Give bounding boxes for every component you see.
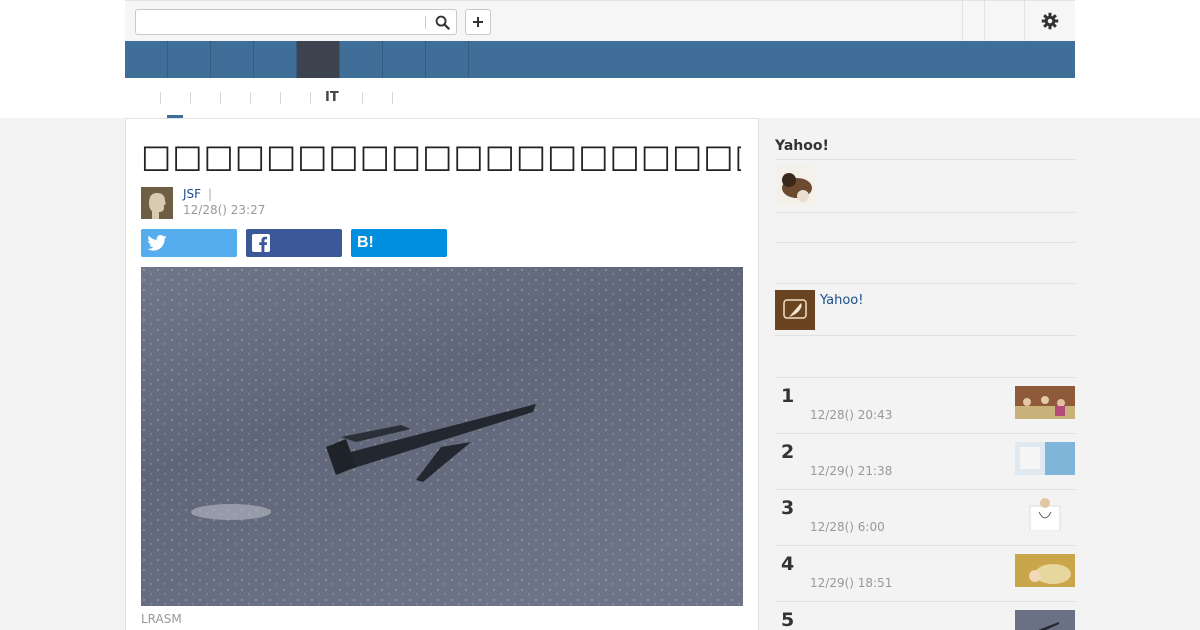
rank-number: 4 [781,553,795,575]
rank-thumbnail [1015,554,1075,587]
ranking-item[interactable]: 4 12/29() 18:51 [775,545,1075,601]
twitter-icon [147,235,167,251]
plus-icon [473,17,483,27]
subnav-separator [310,92,311,104]
rank-thumbnail [1015,498,1075,531]
subnav-separator [280,92,281,104]
subnav-separator [160,92,161,104]
header-separator [962,1,963,41]
sidebar-divider [775,335,1075,336]
search-input[interactable] [140,13,420,31]
search-icon[interactable] [430,12,454,32]
sidebar-divider [775,283,1075,284]
rank-number: 2 [781,441,795,463]
author-avatar[interactable] [141,187,173,219]
sidebar-yahoo-link[interactable]: Yahoo! [820,293,863,308]
hatena-label: B! [357,234,374,251]
gear-icon [1041,12,1059,30]
settings-button[interactable] [1025,1,1075,41]
ranking-item[interactable]: 5 [775,601,1075,630]
nav-item[interactable] [383,41,426,78]
author-name-link[interactable]: JSF [183,187,201,201]
photo-caption: LRASM [141,612,182,626]
search-box [135,9,457,35]
nav-item[interactable] [426,41,469,78]
rank-time: 12/29() 21:38 [810,464,893,478]
sidebar-divider [775,159,1075,160]
article-title: □□□□□□□□□□□□□□□□□□□□□□□□□□□□□□□ [141,137,741,175]
ranking-item[interactable]: 1 12/28() 20:43 [775,377,1075,433]
ranking-item[interactable]: 2 12/29() 21:38 [775,433,1075,489]
rank-thumbnail [1015,442,1075,475]
facebook-share-button[interactable] [246,229,342,257]
nav-item[interactable] [254,41,297,78]
rank-number: 5 [781,609,795,630]
subnav-separator [362,92,363,104]
main-nav [125,41,1075,78]
rank-thumbnail [1015,610,1075,630]
publish-time: 12/28() 23:27 [183,203,266,217]
rank-time: 12/28() 6:00 [810,520,885,534]
nav-item-active[interactable] [297,41,340,78]
subnav-separator [190,92,191,104]
article-photo [141,267,743,606]
sidebar-title: Yahoo! [775,138,829,154]
hatena-bookmark-button[interactable]: B! [351,229,447,257]
sub-nav: IT [125,78,1075,118]
rank-number: 3 [781,497,795,519]
feather-icon[interactable] [775,290,815,330]
sidebar-divider [775,242,1075,243]
article-card: □□□□□□□□□□□□□□□□□□□□□□□□□□□□□□□ JSF | 12… [125,118,759,630]
sidebar-divider [775,212,1075,213]
nav-item[interactable] [168,41,211,78]
rank-time: 12/28() 20:43 [810,408,893,422]
sidebar-thumbnail[interactable] [775,166,815,206]
nav-item[interactable] [211,41,254,78]
subnav-separator [220,92,221,104]
search-divider [425,16,426,29]
nav-item[interactable] [340,41,383,78]
subnav-separator [250,92,251,104]
rank-time: 12/29() 18:51 [810,576,893,590]
ranking-item[interactable]: 3 12/28() 6:00 [775,489,1075,545]
header-separator [984,1,985,41]
subnav-item-it[interactable]: IT [325,88,339,108]
subnav-separator [392,92,393,104]
header-bar [125,0,1075,41]
nav-item[interactable] [125,41,168,78]
add-button[interactable] [465,9,491,35]
rank-thumbnail [1015,386,1075,419]
rank-number: 1 [781,385,795,407]
twitter-share-button[interactable] [141,229,237,257]
facebook-icon [252,234,270,252]
author-separator: | [208,187,213,201]
